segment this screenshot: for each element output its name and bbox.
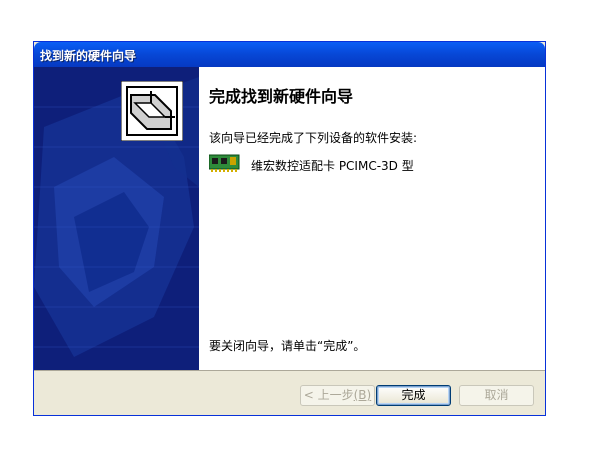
cancel-button[interactable]: 取消 [459, 385, 534, 406]
wizard-content: 完成找到新硬件向导 该向导已经完成了下列设备的软件安装: 维宏数控适配卡 PCI… [199, 67, 545, 370]
hardware-wizard-icon [121, 81, 183, 141]
device-name: 维宏数控适配卡 PCIMC-3D 型 [251, 159, 414, 173]
close-hint: 要关闭向导，请单击“完成”。 [209, 339, 366, 353]
wizard-window: 找到新的硬件向导 完成找到新硬件向导 该向导已经完成了下列设备的软件安装: 维宏… [33, 41, 546, 416]
network-card-icon [209, 154, 240, 172]
button-bar: < 上一步(B) 完成 取消 [34, 370, 545, 415]
window-title: 找到新的硬件向导 [40, 49, 137, 63]
title-bar[interactable]: 找到新的硬件向导 [34, 42, 545, 67]
back-button[interactable]: < 上一步(B) [300, 385, 375, 406]
finish-button[interactable]: 完成 [376, 385, 451, 406]
back-button-shortcut: (B) [353, 388, 372, 402]
wizard-description: 该向导已经完成了下列设备的软件安装: [209, 131, 418, 145]
wizard-heading: 完成找到新硬件向导 [209, 87, 354, 106]
back-button-label: < 上一步 [303, 388, 354, 402]
wizard-side-panel [34, 67, 199, 370]
